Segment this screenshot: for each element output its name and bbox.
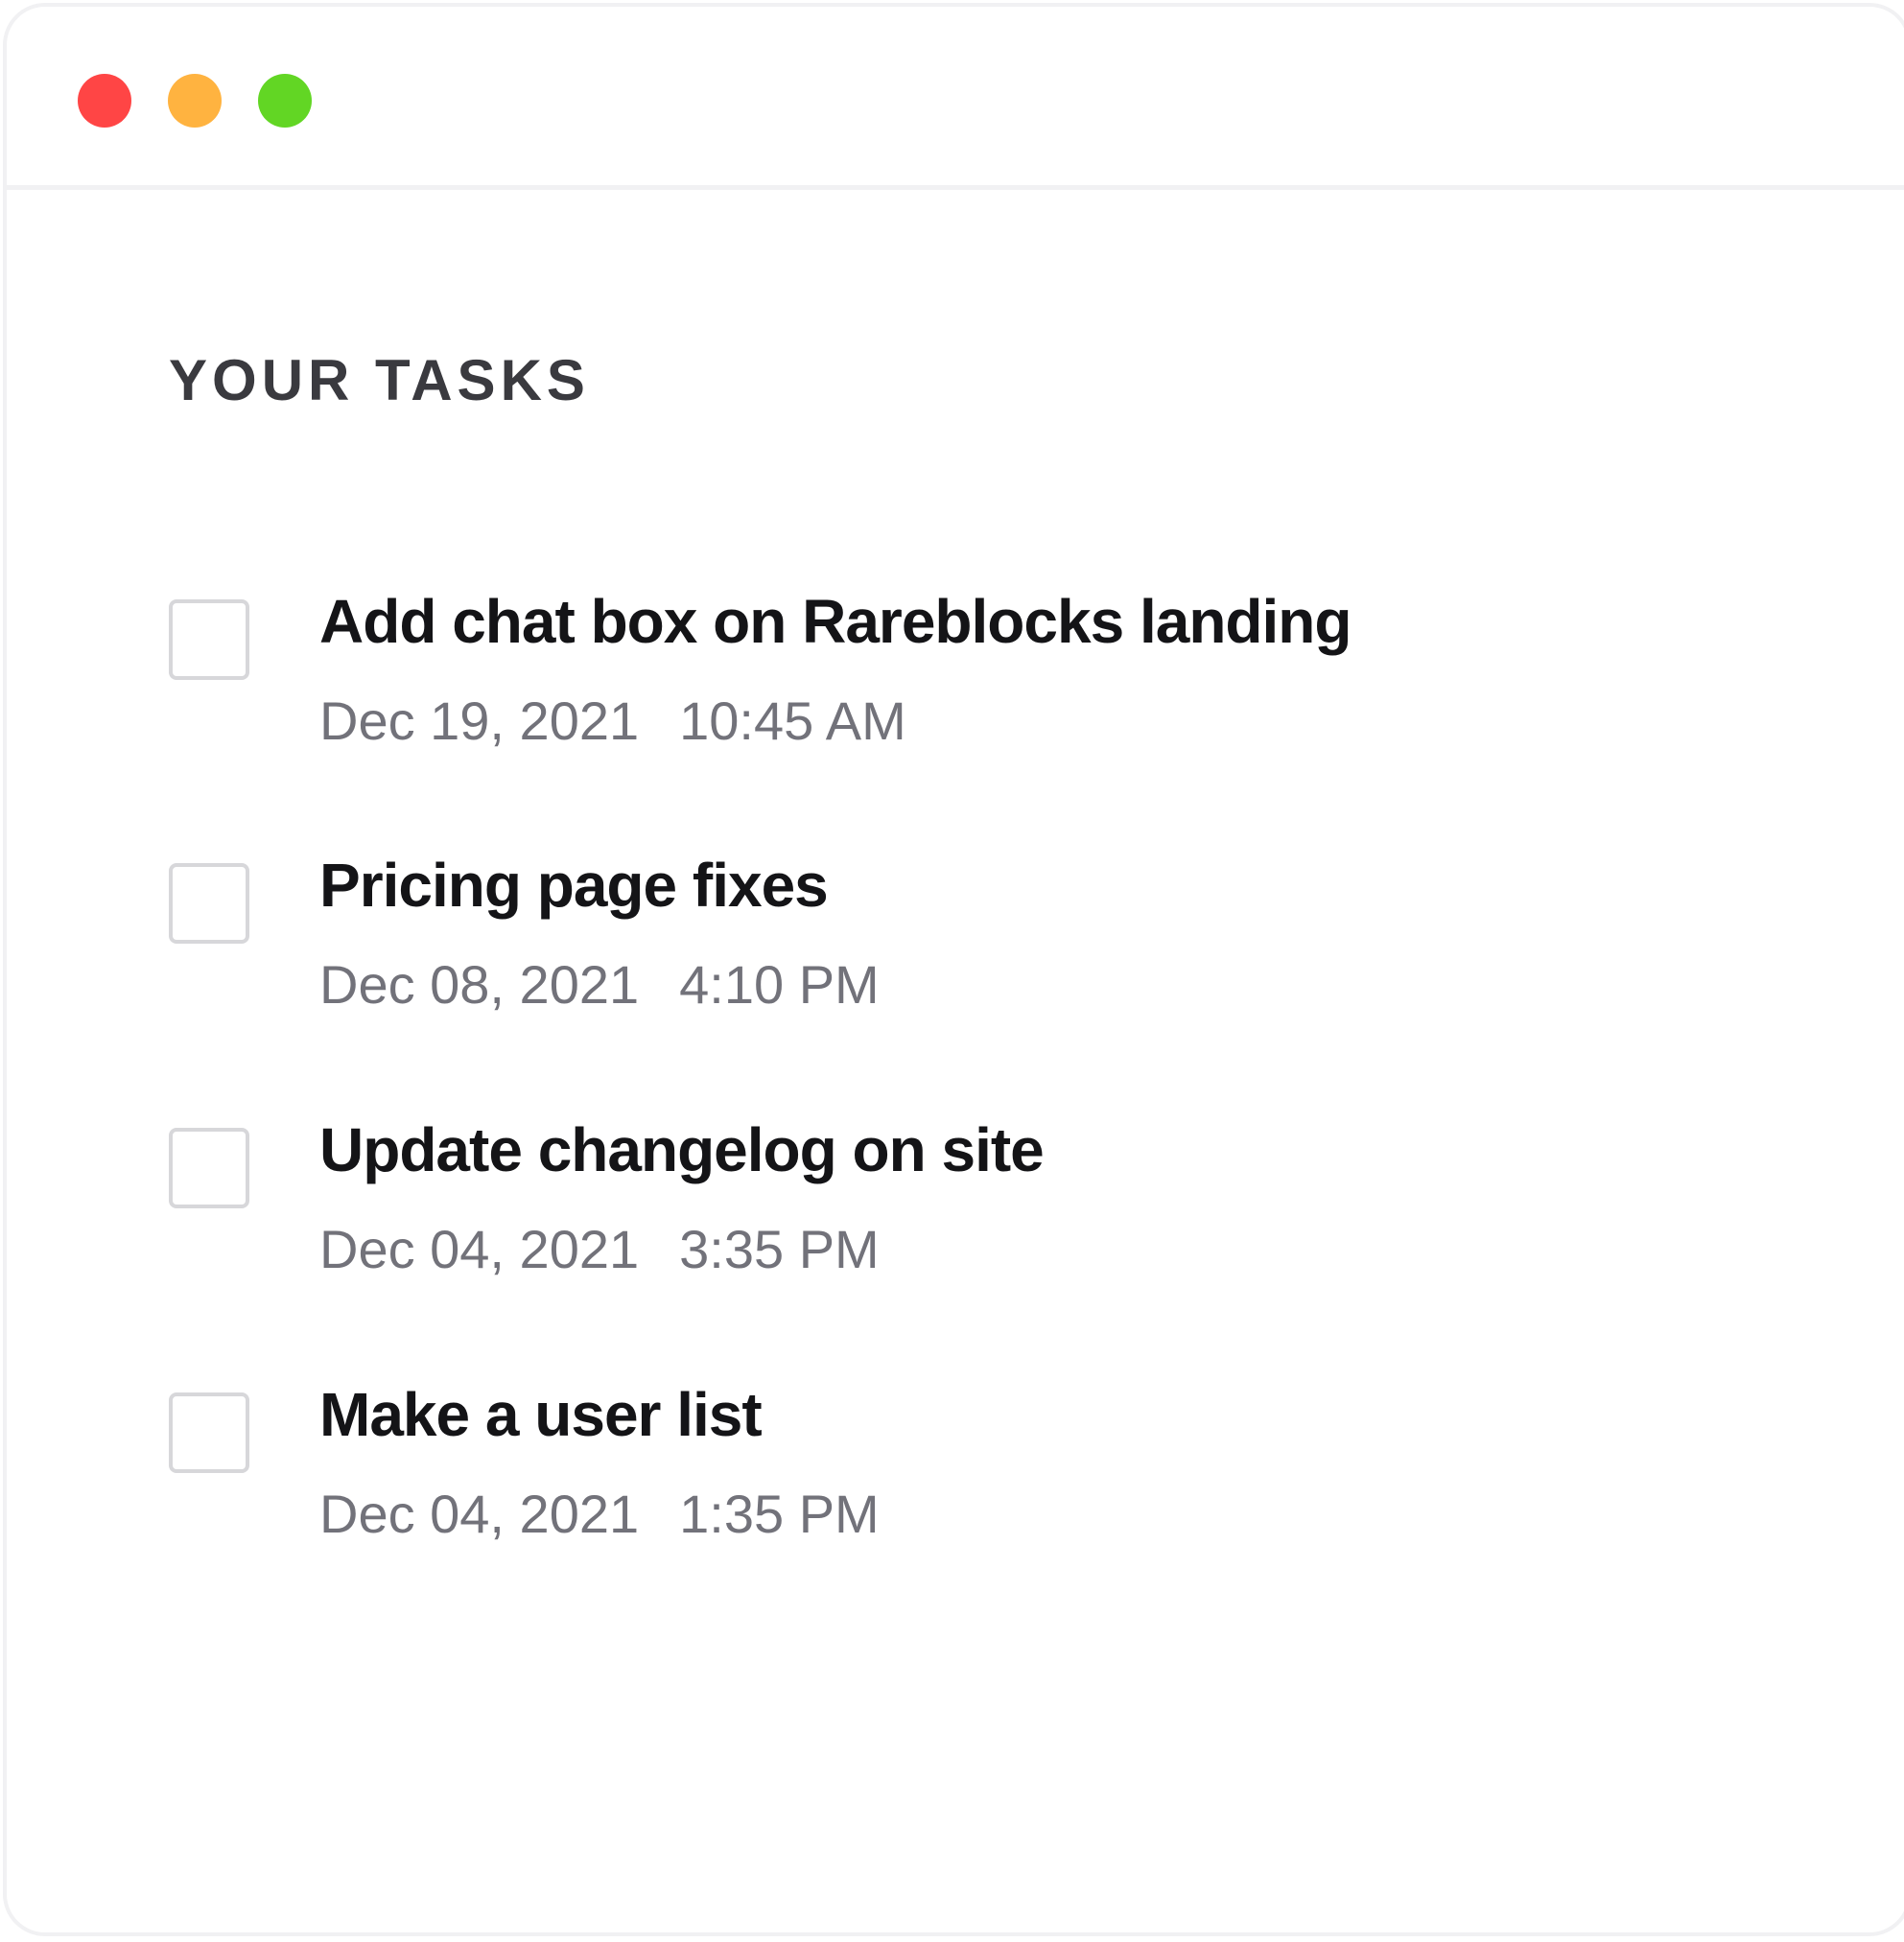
task-item: Add chat box on Rareblocks landing Dec 1… (7, 588, 1733, 810)
task-date: Dec 19, 2021 (319, 690, 640, 751)
task-meta: Dec 19, 2021 10:45 AM (319, 691, 906, 751)
task-time: 3:35 PM (679, 1219, 880, 1279)
task-title: Make a user list (319, 1380, 763, 1449)
task-checkbox[interactable] (169, 1392, 249, 1473)
task-checkbox[interactable] (169, 599, 249, 680)
task-meta: Dec 08, 2021 4:10 PM (319, 955, 880, 1015)
window-titlebar (7, 7, 1904, 190)
task-item: Pricing page fixes Dec 08, 2021 4:10 PM (7, 852, 1733, 1074)
task-title: Add chat box on Rareblocks landing (319, 587, 1352, 656)
task-meta: Dec 04, 2021 3:35 PM (319, 1220, 880, 1279)
task-checkbox[interactable] (169, 1128, 249, 1208)
task-item: Make a user list Dec 04, 2021 1:35 PM (7, 1381, 1733, 1603)
minimize-window-button[interactable] (168, 74, 222, 128)
close-window-button[interactable] (78, 74, 131, 128)
task-date: Dec 04, 2021 (319, 1219, 640, 1279)
task-meta: Dec 04, 2021 1:35 PM (319, 1485, 880, 1544)
task-title: Update changelog on site (319, 1115, 1045, 1184)
task-time: 4:10 PM (679, 954, 880, 1015)
task-title: Pricing page fixes (319, 851, 829, 920)
task-checkbox[interactable] (169, 863, 249, 944)
task-item: Update changelog on site Dec 04, 2021 3:3… (7, 1116, 1733, 1339)
maximize-window-button[interactable] (258, 74, 312, 128)
task-time: 10:45 AM (679, 690, 906, 751)
page-title: YOUR TASKS (169, 348, 590, 412)
task-time: 1:35 PM (679, 1484, 880, 1544)
app-window: YOUR TASKS Add chat box on Rareblocks la… (3, 3, 1904, 1936)
task-date: Dec 08, 2021 (319, 954, 640, 1015)
task-date: Dec 04, 2021 (319, 1484, 640, 1544)
